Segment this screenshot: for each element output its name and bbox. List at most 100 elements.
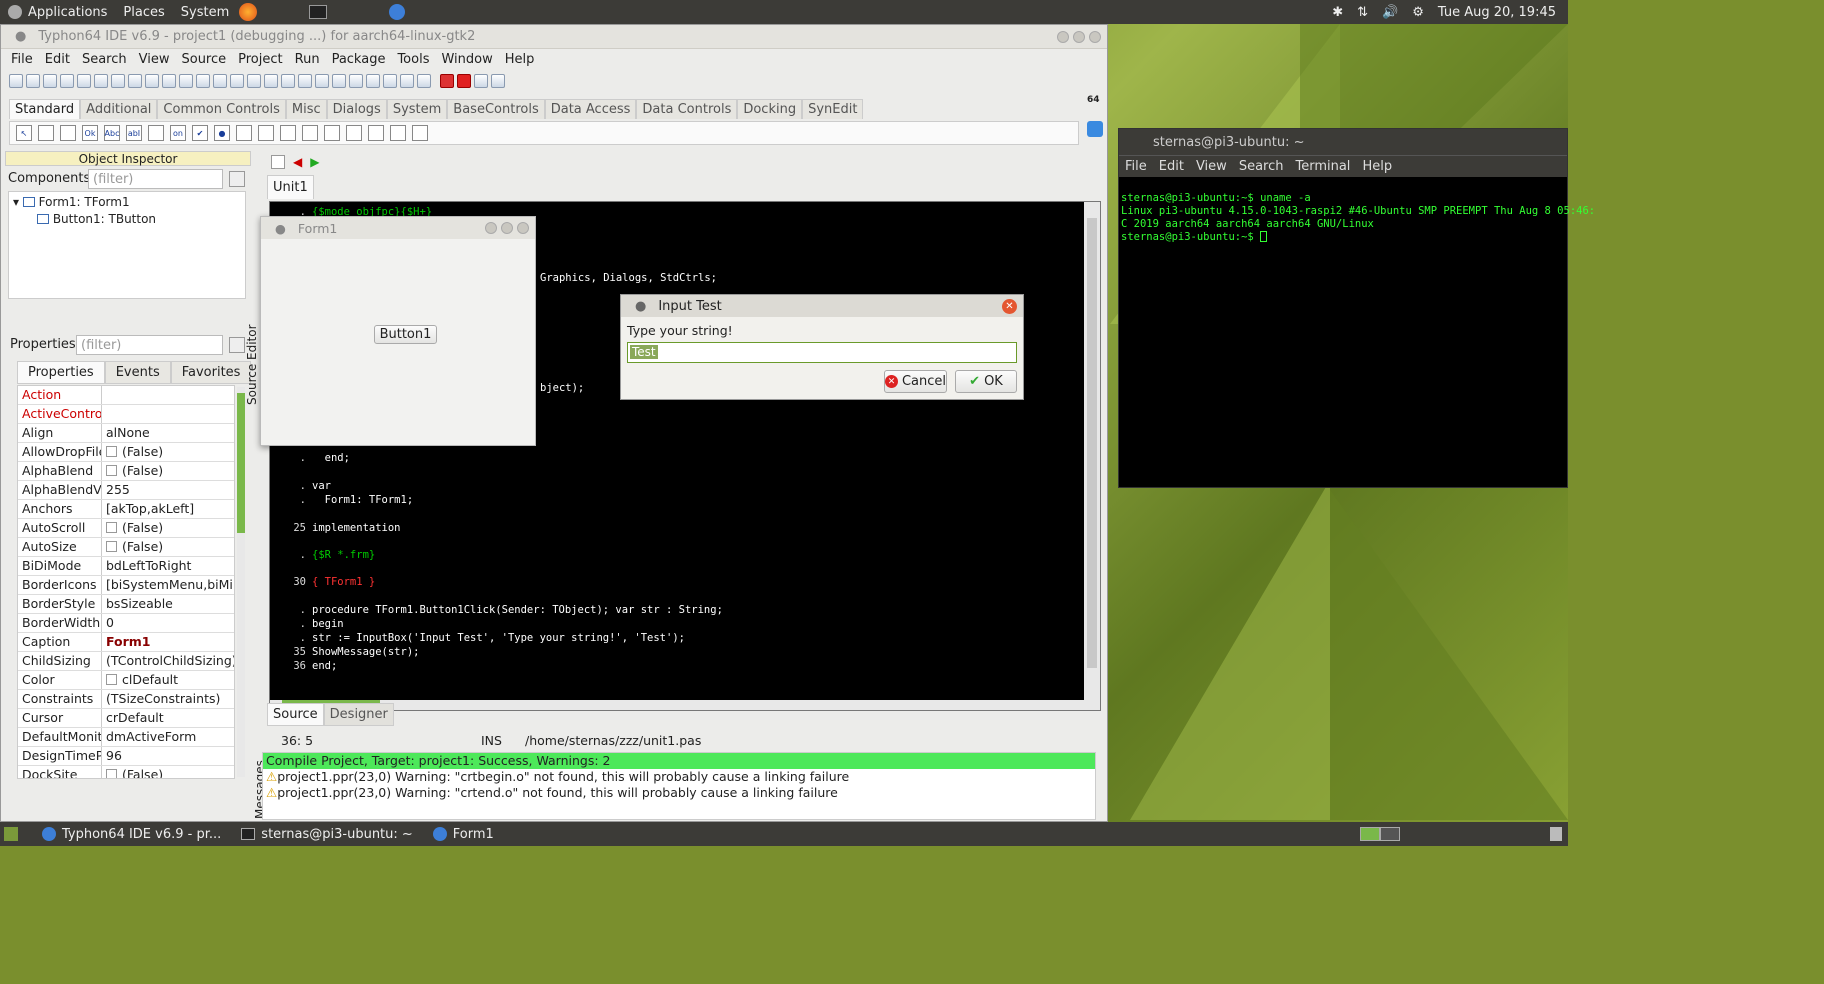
inspector-icon[interactable]	[332, 74, 346, 88]
package-compile-icon[interactable]	[179, 74, 193, 88]
cancel-button[interactable]: ✕ Cancel	[884, 370, 947, 393]
property-row[interactable]: AutoSize (False)	[18, 538, 234, 557]
firefox-icon[interactable]	[239, 3, 258, 21]
property-grid-scrollbar[interactable]	[237, 387, 245, 777]
copy-icon[interactable]	[247, 74, 261, 88]
property-row[interactable]: ChildSizing (TControlChildSizing)	[18, 652, 234, 671]
palette-down-icon[interactable]	[1087, 121, 1103, 137]
property-row[interactable]: AutoScroll (False)	[18, 519, 234, 538]
property-row[interactable]: Cursor crDefault	[18, 709, 234, 728]
tab-events[interactable]: Events	[104, 361, 171, 384]
property-row[interactable]: DockSite (False)	[18, 766, 234, 778]
property-value[interactable]	[102, 386, 234, 404]
tab-properties[interactable]: Properties	[17, 361, 105, 384]
property-value[interactable]: (False)	[102, 443, 234, 461]
close-button[interactable]	[517, 222, 529, 234]
groupbox-icon[interactable]	[302, 125, 318, 141]
terminal-menu-terminal[interactable]: Terminal	[1295, 159, 1350, 174]
checkbox-icon[interactable]	[106, 446, 117, 457]
checkbox-icon[interactable]	[106, 465, 117, 476]
tab-basecontrols[interactable]: BaseControls	[447, 99, 545, 119]
input-dialog-titlebar[interactable]: ● Input Test ✕	[621, 295, 1023, 317]
typhon-launcher-icon[interactable]	[389, 4, 406, 20]
property-value[interactable]: 255	[102, 481, 234, 499]
workspace-1[interactable]	[1360, 827, 1380, 841]
property-value[interactable]: (False)	[102, 538, 234, 556]
terminal-output[interactable]: sternas@pi3-ubuntu:~$ uname -a Linux pi3-…	[1119, 177, 1595, 272]
popupmenu-icon[interactable]	[60, 125, 76, 141]
terminal-menu-file[interactable]: File	[1125, 159, 1147, 174]
options-icon[interactable]	[315, 74, 329, 88]
pause-icon[interactable]	[440, 74, 454, 88]
message-item[interactable]: ⚠project1.ppr(23,0) Warning: "crtend.o" …	[263, 785, 1095, 801]
property-row[interactable]: BiDiMode bdLeftToRight	[18, 557, 234, 576]
property-value[interactable]: dmActiveForm	[102, 728, 234, 746]
menu-source[interactable]: Source	[175, 52, 232, 67]
toggle-form-icon[interactable]	[298, 74, 312, 88]
terminal-launcher-icon[interactable]	[309, 5, 328, 19]
tab-additional[interactable]: Additional	[80, 99, 158, 119]
taskbar-item-ide[interactable]: Typhon64 IDE v6.9 - pr...	[32, 823, 231, 845]
mainmenu-icon[interactable]	[38, 125, 54, 141]
tab-data-controls[interactable]: Data Controls	[636, 99, 738, 119]
maximize-button[interactable]	[501, 222, 513, 234]
stop-icon[interactable]	[457, 74, 471, 88]
ok-button[interactable]: ✔ OK	[955, 370, 1017, 393]
trash-icon[interactable]	[1550, 827, 1562, 841]
new-form-icon[interactable]	[26, 74, 40, 88]
radiobutton-icon[interactable]: ●	[214, 125, 230, 141]
scrollbar-icon[interactable]	[280, 125, 296, 141]
properties-filter-input[interactable]: (filter)	[76, 335, 223, 355]
menu-tools[interactable]: Tools	[391, 52, 435, 67]
taskbar-item-terminal[interactable]: sternas@pi3-ubuntu: ~	[231, 823, 423, 845]
save-all-icon[interactable]	[230, 74, 244, 88]
ide-titlebar[interactable]: ● Typhon64 IDE v6.9 - project1 (debuggin…	[1, 25, 1107, 49]
property-value[interactable]: clDefault	[102, 671, 234, 689]
property-row[interactable]: AllowDropFile (False)	[18, 443, 234, 462]
tab-standard[interactable]: Standard	[9, 99, 81, 119]
system-menu[interactable]: System	[173, 5, 237, 20]
property-value[interactable]: (TSizeConstraints)	[102, 690, 234, 708]
checkbox-icon[interactable]	[106, 769, 117, 778]
package-open-icon[interactable]	[162, 74, 176, 88]
package-install-icon[interactable]	[196, 74, 210, 88]
property-value[interactable]: 0	[102, 614, 234, 632]
panel-icon[interactable]	[368, 125, 384, 141]
message-item[interactable]: ⚠project1.ppr(23,0) Warning: "crtbegin.o…	[263, 769, 1095, 785]
menu-package[interactable]: Package	[326, 52, 392, 67]
menu-run[interactable]: Run	[289, 52, 326, 67]
open-icon[interactable]	[43, 74, 57, 88]
view-units-icon[interactable]	[264, 74, 278, 88]
components-icon[interactable]	[349, 74, 363, 88]
memo-icon[interactable]	[148, 125, 164, 141]
editor-vscrollbar[interactable]	[1084, 202, 1100, 710]
package-add-icon[interactable]	[128, 74, 142, 88]
minimize-button[interactable]	[485, 222, 497, 234]
property-value[interactable]: alNone	[102, 424, 234, 442]
workspace-switcher[interactable]	[1360, 827, 1400, 841]
checkbox-icon[interactable]: ✔	[192, 125, 208, 141]
tab-dialogs[interactable]: Dialogs	[326, 99, 387, 119]
property-value[interactable]: (False)	[102, 519, 234, 537]
settings-gear-icon[interactable]: ⚙	[1412, 5, 1424, 20]
property-value[interactable]: (TControlChildSizing)	[102, 652, 234, 670]
property-value[interactable]: (False)	[102, 462, 234, 480]
tab-source[interactable]: Source	[267, 703, 324, 726]
property-value[interactable]: (False)	[102, 766, 234, 778]
input-field[interactable]: Test	[627, 342, 1017, 363]
components-filter-input[interactable]: (filter)	[88, 169, 223, 189]
button-icon[interactable]: Ok	[82, 125, 98, 141]
tree-item-form1[interactable]: ▾ Form1: TForm1	[13, 194, 241, 211]
menu-view[interactable]: View	[133, 52, 176, 67]
frame-icon[interactable]	[390, 125, 406, 141]
property-value[interactable]: [biSystemMenu,biMini	[102, 576, 234, 594]
close-button[interactable]	[1089, 30, 1101, 43]
run-target-icon[interactable]	[400, 74, 414, 88]
property-row[interactable]: Color clDefault	[18, 671, 234, 690]
togglebox-icon[interactable]: on	[170, 125, 186, 141]
form1-titlebar[interactable]: ● Form1	[261, 217, 535, 239]
checkbox-icon[interactable]	[106, 522, 117, 533]
tab-docking[interactable]: Docking	[737, 99, 803, 119]
pointer-tool-icon[interactable]: ↖	[16, 125, 32, 141]
show-desktop-icon[interactable]	[4, 827, 18, 841]
